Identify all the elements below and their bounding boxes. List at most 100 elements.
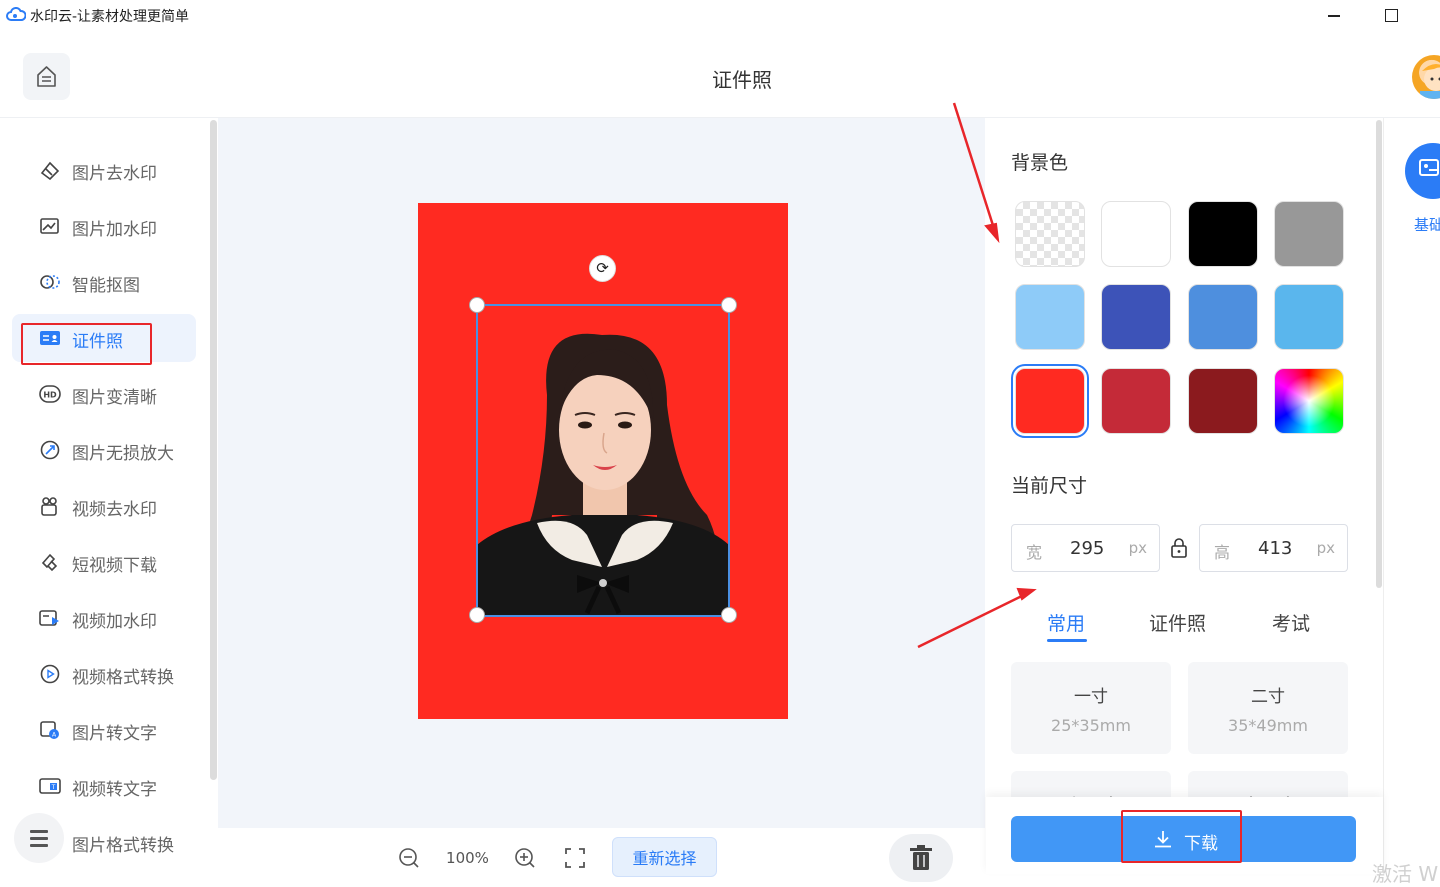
crop-frame[interactable] <box>476 304 730 617</box>
width-unit: px <box>1129 539 1147 557</box>
crop-handle-top-left[interactable] <box>469 297 485 313</box>
annotation-box-id-photo <box>21 323 152 365</box>
panel-scrollbar[interactable] <box>1376 120 1382 588</box>
swatch-black[interactable] <box>1188 201 1258 267</box>
height-label: 高 <box>1214 539 1230 563</box>
hd-icon: HD <box>39 384 61 404</box>
menu-button[interactable] <box>14 813 64 863</box>
activate-watermark-text: 激活 W <box>1372 858 1438 887</box>
user-avatar[interactable] <box>1412 55 1440 99</box>
zoom-level: 100% <box>440 849 495 867</box>
sidebar-item-label: 图片转文字 <box>72 719 157 744</box>
width-label: 宽 <box>1026 539 1042 563</box>
sidebar-item-label: 视频去水印 <box>72 495 157 520</box>
height-field[interactable]: 高 413 px <box>1199 524 1348 572</box>
swatch-custom-color[interactable] <box>1274 368 1344 434</box>
swatch-light-blue[interactable] <box>1015 284 1085 350</box>
video-add-icon <box>39 608 61 628</box>
sidebar-item-video-download[interactable]: 短视频下载 <box>12 538 196 586</box>
sidebar-item-label: 视频加水印 <box>72 607 157 632</box>
swatch-blue[interactable] <box>1188 284 1258 350</box>
cloud-logo-icon <box>6 7 26 23</box>
size-card-name: 一寸 <box>1011 682 1171 707</box>
trash-icon <box>889 834 953 882</box>
cutout-icon <box>39 272 61 292</box>
height-value[interactable]: 413 <box>1258 538 1292 559</box>
canvas-toolbar <box>218 828 985 874</box>
enlarge-icon <box>39 440 61 460</box>
zoom-in-icon[interactable] <box>513 846 537 870</box>
sidebar-item-label: 图片格式转换 <box>72 831 174 856</box>
sidebar-item-sharpen[interactable]: HD 图片变清晰 <box>12 370 196 418</box>
crop-handle-bottom-left[interactable] <box>469 607 485 623</box>
width-field[interactable]: 宽 295 px <box>1011 524 1160 572</box>
menu-icon-line <box>30 844 48 847</box>
fullscreen-icon[interactable] <box>563 846 587 870</box>
sidebar-item-label: 图片无损放大 <box>72 439 174 464</box>
swatch-red[interactable] <box>1015 368 1085 434</box>
sidebar-scrollbar[interactable] <box>210 120 217 780</box>
swatch-crimson[interactable] <box>1101 368 1171 434</box>
swatch-sky-blue[interactable] <box>1274 284 1344 350</box>
zoom-out-icon[interactable] <box>397 846 421 870</box>
size-card-dims: 25*35mm <box>1011 716 1171 735</box>
crop-handle-bottom-right[interactable] <box>721 607 737 623</box>
swatch-white[interactable] <box>1101 201 1171 267</box>
active-tab-indicator <box>1047 639 1087 642</box>
panel-divider <box>1383 118 1384 874</box>
reselect-button[interactable]: 重新选择 <box>612 837 717 877</box>
basic-tool-button[interactable] <box>1405 143 1440 199</box>
swatch-dark-blue[interactable] <box>1101 284 1171 350</box>
title-bar: 水印云-让素材处理更简单 <box>0 0 1440 32</box>
crop-handle-top-right[interactable] <box>721 297 737 313</box>
swatch-transparent[interactable] <box>1015 201 1085 267</box>
sidebar-item-video-to-text[interactable]: T 视频转文字 <box>12 762 196 810</box>
rotate-icon: ⟳ <box>596 259 609 277</box>
sidebar-item-video-remove-watermark[interactable]: 视频去水印 <box>12 482 196 530</box>
swatch-dark-red[interactable] <box>1188 368 1258 434</box>
basic-tool-label: 基础 <box>1414 214 1440 235</box>
sidebar-item-video-add-watermark[interactable]: 视频加水印 <box>12 594 196 642</box>
video-text-icon: T <box>39 776 61 796</box>
tab-id-photo[interactable]: 证件照 <box>1149 609 1206 636</box>
svg-text:T: T <box>51 784 56 791</box>
eraser-icon <box>39 160 61 180</box>
height-unit: px <box>1317 539 1335 557</box>
sidebar-item-add-watermark[interactable]: 图片加水印 <box>12 202 196 250</box>
avatar-face-icon <box>1412 55 1440 99</box>
lock-icon[interactable] <box>1169 537 1189 559</box>
home-button[interactable] <box>23 53 70 100</box>
image-edit-icon <box>1405 143 1440 199</box>
sidebar-item-label: 图片去水印 <box>72 159 157 184</box>
maximize-button[interactable] <box>1380 4 1404 26</box>
rotate-button[interactable]: ⟳ <box>589 255 616 282</box>
sidebar-item-enlarge[interactable]: 图片无损放大 <box>12 426 196 474</box>
tab-common[interactable]: 常用 <box>1047 609 1085 636</box>
video-eraser-icon <box>39 496 61 516</box>
sidebar-item-label: 视频转文字 <box>72 775 157 800</box>
tab-exam[interactable]: 考试 <box>1272 609 1310 636</box>
play-circle-icon <box>39 664 61 684</box>
swatch-gray[interactable] <box>1274 201 1344 267</box>
menu-icon-line <box>30 837 48 840</box>
size-card-dims: 35*49mm <box>1188 716 1348 735</box>
delete-button[interactable] <box>889 834 953 882</box>
size-card-name: 二寸 <box>1188 682 1348 707</box>
minimize-button[interactable] <box>1322 4 1346 26</box>
image-add-icon <box>39 216 61 236</box>
sidebar-item-label: 智能抠图 <box>72 271 140 296</box>
size-card-two-inch[interactable]: 二寸 35*49mm <box>1188 662 1348 754</box>
page-title: 证件照 <box>642 64 842 93</box>
sidebar: 图片去水印 图片加水印 智能抠图 证件照 HD 图片变清晰 图片无损放大 视频去… <box>0 118 208 874</box>
background-color-title: 背景色 <box>1011 148 1068 175</box>
width-value[interactable]: 295 <box>1070 538 1104 559</box>
annotation-box-download <box>1121 810 1242 863</box>
sidebar-item-label: 视频格式转换 <box>72 663 174 688</box>
sidebar-item-image-to-text[interactable]: A 图片转文字 <box>12 706 196 754</box>
sidebar-item-smart-cutout[interactable]: 智能抠图 <box>12 258 196 306</box>
window-title: 水印云-让素材处理更简单 <box>30 6 189 26</box>
home-icon <box>23 53 70 100</box>
sidebar-item-video-format[interactable]: 视频格式转换 <box>12 650 196 698</box>
sidebar-item-remove-watermark[interactable]: 图片去水印 <box>12 146 196 194</box>
size-card-one-inch[interactable]: 一寸 25*35mm <box>1011 662 1171 754</box>
